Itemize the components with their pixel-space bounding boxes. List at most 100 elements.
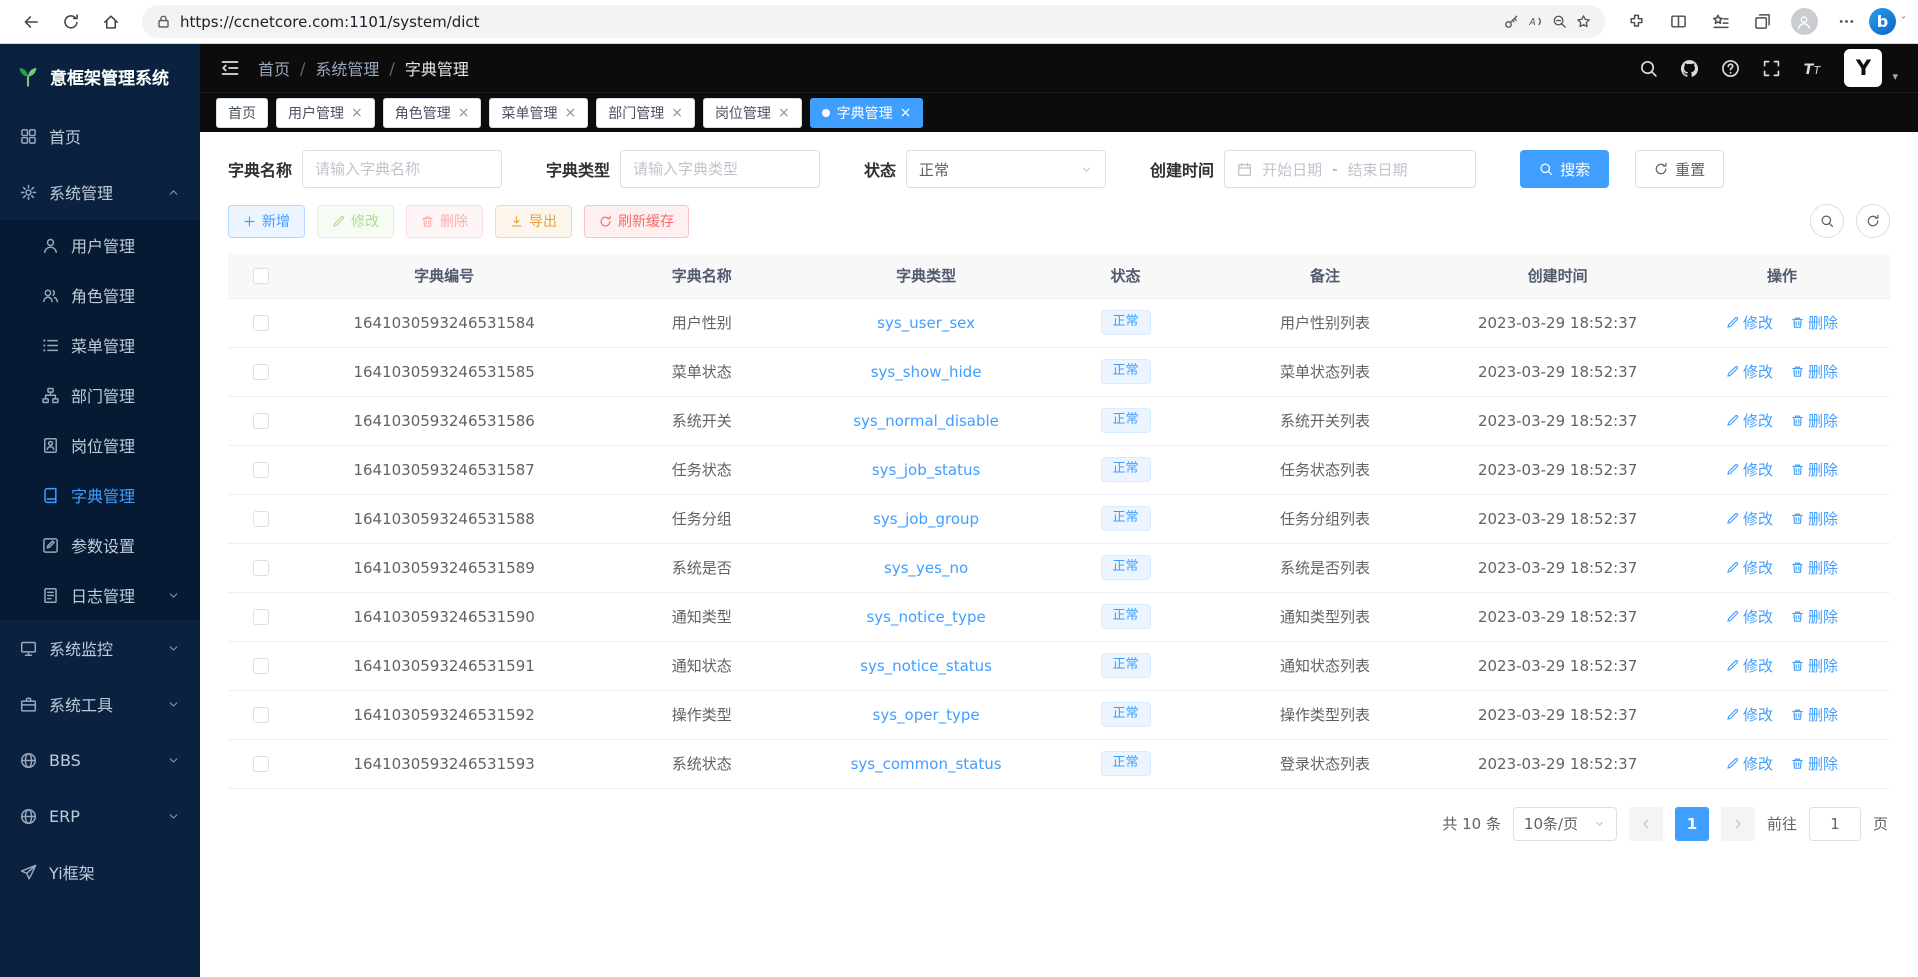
- row-delete-link[interactable]: 删除: [1791, 704, 1838, 725]
- prev-page-button[interactable]: [1629, 807, 1663, 841]
- home-button[interactable]: [92, 4, 130, 40]
- row-checkbox[interactable]: [253, 560, 269, 576]
- tab-user[interactable]: 用户管理×: [276, 98, 375, 128]
- row-checkbox[interactable]: [253, 609, 269, 625]
- dict-type-input[interactable]: [620, 150, 820, 188]
- address-bar[interactable]: https://ccnetcore.com:1101/system/dict A: [142, 5, 1605, 38]
- dict-type-link[interactable]: sys_yes_no: [884, 559, 968, 577]
- fullscreen-icon[interactable]: [1762, 59, 1781, 78]
- goto-page-input[interactable]: [1809, 807, 1861, 841]
- breadcrumb-system[interactable]: 系统管理: [315, 56, 379, 80]
- row-checkbox[interactable]: [253, 462, 269, 478]
- dict-type-link[interactable]: sys_notice_status: [860, 657, 992, 675]
- export-button[interactable]: 导出: [495, 205, 572, 238]
- back-button[interactable]: [12, 4, 50, 40]
- tab-menu[interactable]: 菜单管理×: [489, 98, 588, 128]
- sidebar-item-role[interactable]: 角色管理: [0, 270, 200, 320]
- row-delete-link[interactable]: 删除: [1791, 753, 1838, 774]
- row-delete-link[interactable]: 删除: [1791, 361, 1838, 382]
- tab-close-icon[interactable]: ×: [778, 106, 790, 120]
- avatar-caret-icon[interactable]: ▾: [1892, 70, 1898, 87]
- sidebar-item-tool[interactable]: 系统工具: [0, 676, 200, 732]
- settings-more-button[interactable]: [1827, 4, 1865, 40]
- sidebar-item-menu[interactable]: 菜单管理: [0, 320, 200, 370]
- collections-button[interactable]: [1743, 4, 1781, 40]
- sidebar-item-dept[interactable]: 部门管理: [0, 370, 200, 420]
- favorites-button[interactable]: [1701, 4, 1739, 40]
- refresh-table-button[interactable]: [1856, 204, 1890, 238]
- app-logo[interactable]: 意框架管理系统: [0, 44, 200, 108]
- page-number-1[interactable]: 1: [1675, 807, 1709, 841]
- user-avatar[interactable]: Y: [1844, 49, 1882, 87]
- edit-button[interactable]: 修改: [317, 205, 394, 238]
- row-edit-link[interactable]: 修改: [1726, 459, 1773, 480]
- next-page-button[interactable]: [1721, 807, 1755, 841]
- help-icon[interactable]: [1721, 59, 1740, 78]
- page-size-select[interactable]: 10条/页: [1513, 807, 1617, 841]
- bing-chat-button[interactable]: b: [1869, 8, 1896, 35]
- dict-type-link[interactable]: sys_oper_type: [873, 706, 980, 724]
- dict-type-link[interactable]: sys_common_status: [851, 755, 1002, 773]
- sidebar-item-bbs[interactable]: BBS: [0, 732, 200, 788]
- tab-close-icon[interactable]: ×: [671, 106, 683, 120]
- row-checkbox[interactable]: [253, 511, 269, 527]
- row-edit-link[interactable]: 修改: [1726, 606, 1773, 627]
- sidebar-item-log[interactable]: 日志管理: [0, 570, 200, 620]
- row-checkbox[interactable]: [253, 315, 269, 331]
- row-checkbox[interactable]: [253, 413, 269, 429]
- row-edit-link[interactable]: 修改: [1726, 312, 1773, 333]
- dict-name-input[interactable]: [302, 150, 502, 188]
- dict-type-link[interactable]: sys_job_group: [873, 510, 979, 528]
- row-delete-link[interactable]: 删除: [1791, 655, 1838, 676]
- tab-dept[interactable]: 部门管理×: [596, 98, 695, 128]
- sidebar-item-dict[interactable]: 字典管理: [0, 470, 200, 520]
- row-edit-link[interactable]: 修改: [1726, 508, 1773, 529]
- status-select[interactable]: 正常: [906, 150, 1106, 188]
- add-button[interactable]: 新增: [228, 205, 305, 238]
- row-edit-link[interactable]: 修改: [1726, 557, 1773, 578]
- sidebar-item-erp[interactable]: ERP: [0, 788, 200, 844]
- profile-button[interactable]: [1785, 4, 1823, 40]
- row-edit-link[interactable]: 修改: [1726, 704, 1773, 725]
- row-checkbox[interactable]: [253, 658, 269, 674]
- sidebar-item-monitor[interactable]: 系统监控: [0, 620, 200, 676]
- dict-type-link[interactable]: sys_normal_disable: [853, 412, 999, 430]
- row-delete-link[interactable]: 删除: [1791, 508, 1838, 529]
- favorite-star-icon[interactable]: [1576, 14, 1591, 29]
- sidebar-item-user[interactable]: 用户管理: [0, 220, 200, 270]
- split-screen-button[interactable]: [1659, 4, 1697, 40]
- tab-close-icon[interactable]: ×: [564, 106, 576, 120]
- row-edit-link[interactable]: 修改: [1726, 361, 1773, 382]
- tab-close-icon[interactable]: ×: [351, 106, 363, 120]
- row-delete-link[interactable]: 删除: [1791, 410, 1838, 431]
- row-delete-link[interactable]: 删除: [1791, 312, 1838, 333]
- row-delete-link[interactable]: 删除: [1791, 606, 1838, 627]
- tab-dict[interactable]: 字典管理×: [810, 98, 924, 128]
- row-edit-link[interactable]: 修改: [1726, 410, 1773, 431]
- sidebar-item-home[interactable]: 首页: [0, 108, 200, 164]
- delete-button[interactable]: 删除: [406, 205, 483, 238]
- header-search-icon[interactable]: [1639, 59, 1658, 78]
- github-icon[interactable]: [1680, 59, 1699, 78]
- zoom-icon[interactable]: [1552, 14, 1567, 29]
- tab-post[interactable]: 岗位管理×: [703, 98, 802, 128]
- tab-home[interactable]: 首页: [216, 98, 268, 128]
- dict-type-link[interactable]: sys_user_sex: [877, 314, 975, 332]
- sidebar-item-post[interactable]: 岗位管理: [0, 420, 200, 470]
- font-size-icon[interactable]: TT: [1803, 59, 1822, 78]
- dict-type-link[interactable]: sys_job_status: [872, 461, 980, 479]
- dict-type-link[interactable]: sys_notice_type: [866, 608, 985, 626]
- sidebar-item-yiframe[interactable]: Yi框架: [0, 844, 200, 900]
- row-edit-link[interactable]: 修改: [1726, 753, 1773, 774]
- breadcrumb-home[interactable]: 首页: [258, 56, 290, 80]
- sidebar-toggle-icon[interactable]: [220, 58, 240, 78]
- row-delete-link[interactable]: 删除: [1791, 459, 1838, 480]
- tab-close-icon[interactable]: ×: [458, 106, 470, 120]
- date-range-picker[interactable]: 开始日期 - 结束日期: [1224, 150, 1476, 188]
- select-all-checkbox[interactable]: [253, 268, 269, 284]
- row-checkbox[interactable]: [253, 756, 269, 772]
- refresh-cache-button[interactable]: 刷新缓存: [584, 205, 689, 238]
- sidebar-item-system[interactable]: 系统管理: [0, 164, 200, 220]
- reset-button[interactable]: 重置: [1635, 150, 1724, 188]
- row-checkbox[interactable]: [253, 707, 269, 723]
